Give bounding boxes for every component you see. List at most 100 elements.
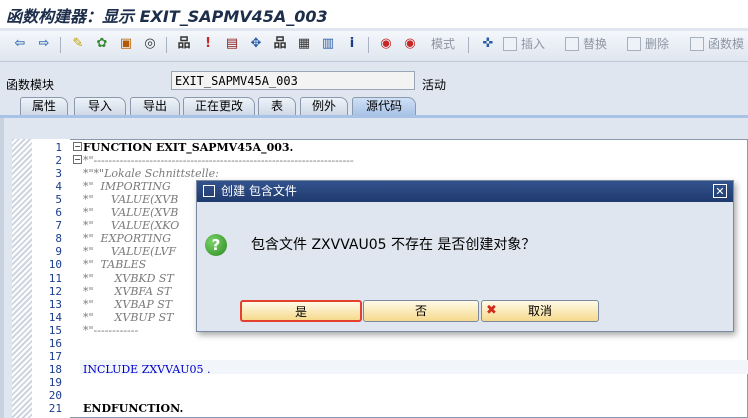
line-number: 5	[55, 193, 62, 206]
code-line[interactable]: *" VALUE(XVB	[83, 206, 178, 219]
fold-toggle-icon[interactable]: −	[73, 155, 82, 164]
code-line[interactable]: *" XVBKD ST	[83, 272, 174, 285]
breakpoint-icon[interactable]: ◉	[378, 36, 394, 52]
window-title: 函数构建器：显示 EXIT_SAPMV45A_003	[6, 7, 328, 26]
session-breakpoint-icon[interactable]: ◉	[402, 36, 418, 52]
code-line[interactable]: INCLUDE ZXVVAU05 .	[83, 363, 211, 376]
delete-button[interactable]: 删除	[627, 36, 669, 52]
navigate-icon[interactable]: ✥	[248, 36, 264, 52]
cancel-icon: ✖	[486, 303, 497, 318]
tab-tables[interactable]: 表	[258, 97, 296, 115]
application-toolbar: 模式 ✜ 插入 替换 删除 函数模 ⇦ ⇨ ✎ ✿ ▣ ◎ 品 ǃ ▤ ✥ 品 ▦ ▥ i ◉ ◉	[0, 31, 748, 62]
toolbar-separator	[368, 37, 369, 53]
hierarchy-icon[interactable]: 品	[272, 36, 288, 52]
code-line[interactable]: *" VALUE(XVB	[83, 193, 178, 206]
line-number: 3	[55, 167, 62, 180]
title-bar: 函数构建器：显示 EXIT_SAPMV45A_003	[0, 0, 748, 28]
dialog-window-icon	[203, 185, 215, 197]
activate-icon[interactable]: ◎	[142, 36, 158, 52]
line-number: 4	[55, 180, 62, 193]
yes-button[interactable]: 是	[240, 300, 362, 322]
tab-strip: 属性 导入 导出 正在更改 表 例外 源代码	[0, 96, 748, 116]
line-number: 17	[48, 350, 62, 363]
function-module-button[interactable]: 函数模	[690, 36, 744, 52]
toolbar-separator	[166, 37, 167, 53]
line-number: 8	[55, 232, 62, 245]
tab-source-code[interactable]: 源代码	[352, 97, 416, 115]
cancel-button[interactable]: ✖ 取消	[481, 300, 599, 322]
tab-label: 源代码	[365, 99, 402, 113]
code-line[interactable]: *" XVBFA ST	[83, 285, 171, 298]
back-arrow-icon[interactable]: ⇦	[12, 36, 28, 52]
insert-icon	[503, 37, 517, 51]
line-number: 19	[48, 376, 62, 389]
tab-changing[interactable]: 正在更改	[183, 97, 255, 115]
where-used-icon[interactable]: 品	[176, 36, 192, 52]
tab-label: 表	[270, 99, 283, 113]
no-button[interactable]: 否	[363, 300, 479, 322]
line-number: 11	[48, 272, 62, 285]
code-line[interactable]: *" XVBUP ST	[83, 311, 173, 324]
no-label: 否	[414, 304, 427, 318]
line-number: 21	[48, 402, 62, 415]
line-number: 20	[48, 389, 62, 402]
replace-label: 替换	[583, 37, 608, 51]
code-line[interactable]: *" TABLES	[83, 258, 146, 271]
toolbar-separator	[468, 37, 469, 53]
code-line[interactable]: *"--------------------------------------…	[83, 154, 354, 167]
dialog-title-bar: 创建 包含文件 ✕	[197, 181, 733, 202]
line-number: 7	[55, 219, 62, 232]
function-module-field[interactable]: EXIT_SAPMV45A_003	[171, 71, 415, 90]
yes-label: 是	[294, 305, 307, 319]
dialog-close-button[interactable]: ✕	[713, 184, 727, 198]
delete-icon	[627, 37, 641, 51]
tab-import[interactable]: 导入	[74, 97, 126, 115]
insert-button[interactable]: 插入	[503, 36, 545, 52]
create-include-dialog: 创建 包含文件 ✕ ? 包含文件 ZXVVAU05 不存在 是否创建对象？ 是 …	[196, 180, 734, 332]
function-module-icon	[690, 37, 704, 51]
code-line[interactable]: *" EXPORTING	[83, 232, 171, 245]
function-module-label: 函数模	[708, 37, 745, 51]
status-text: 活动	[422, 78, 447, 92]
tab-label: 例外	[311, 99, 336, 113]
line-number: 1	[55, 141, 62, 154]
display-change-icon[interactable]: ✎	[70, 36, 86, 52]
gutter-hatch	[12, 139, 32, 418]
tab-exceptions[interactable]: 例外	[300, 97, 348, 115]
code-line[interactable]: *" IMPORTING	[83, 180, 171, 193]
line-number: 12	[48, 285, 62, 298]
code-line[interactable]: ENDFUNCTION.	[83, 402, 183, 415]
code-line[interactable]: *" XVBAP ST	[83, 298, 172, 311]
tab-export[interactable]: 导出	[130, 97, 180, 115]
active-inactive-icon[interactable]: ✿	[94, 36, 110, 52]
mode-button[interactable]: 模式	[431, 36, 455, 52]
code-line[interactable]: *" VALUE(XKO	[83, 219, 179, 232]
mode-label: 模式	[431, 37, 456, 51]
code-line[interactable]: *" VALUE(LVF	[83, 245, 176, 258]
pattern-icon[interactable]: ✜	[480, 36, 496, 52]
line-number: 18	[48, 363, 62, 376]
toolbar-separator	[60, 37, 61, 53]
replace-button[interactable]: 替换	[565, 36, 607, 52]
code-line[interactable]: *"*"Lokale Schnittstelle:	[83, 167, 219, 180]
dialog-message: 包含文件 ZXVVAU05 不存在 是否创建对象？	[251, 237, 536, 253]
code-line[interactable]: FUNCTION EXIT_SAPMV45A_003.	[83, 141, 293, 154]
dialog-title: 创建 包含文件	[221, 184, 297, 198]
forward-arrow-icon[interactable]: ⇨	[36, 36, 52, 52]
line-number: 9	[55, 245, 62, 258]
display-object-icon[interactable]: ▦	[296, 36, 312, 52]
tab-attributes[interactable]: 属性	[20, 97, 68, 115]
test-icon[interactable]: ▤	[224, 36, 240, 52]
line-number: 2	[55, 154, 62, 167]
line-number: 15	[48, 324, 62, 337]
tab-label: 正在更改	[194, 99, 243, 113]
code-line[interactable]: *"------------	[83, 324, 138, 337]
function-module-label: 函数模块	[6, 78, 55, 92]
info-icon[interactable]: i	[344, 36, 360, 52]
fold-toggle-icon[interactable]: −	[73, 142, 82, 151]
object-list-icon[interactable]: ǃ	[200, 36, 216, 52]
delete-label: 删除	[645, 37, 670, 51]
table-icon[interactable]: ▥	[320, 36, 336, 52]
insert-label: 插入	[521, 37, 546, 51]
check-icon[interactable]: ▣	[118, 36, 134, 52]
